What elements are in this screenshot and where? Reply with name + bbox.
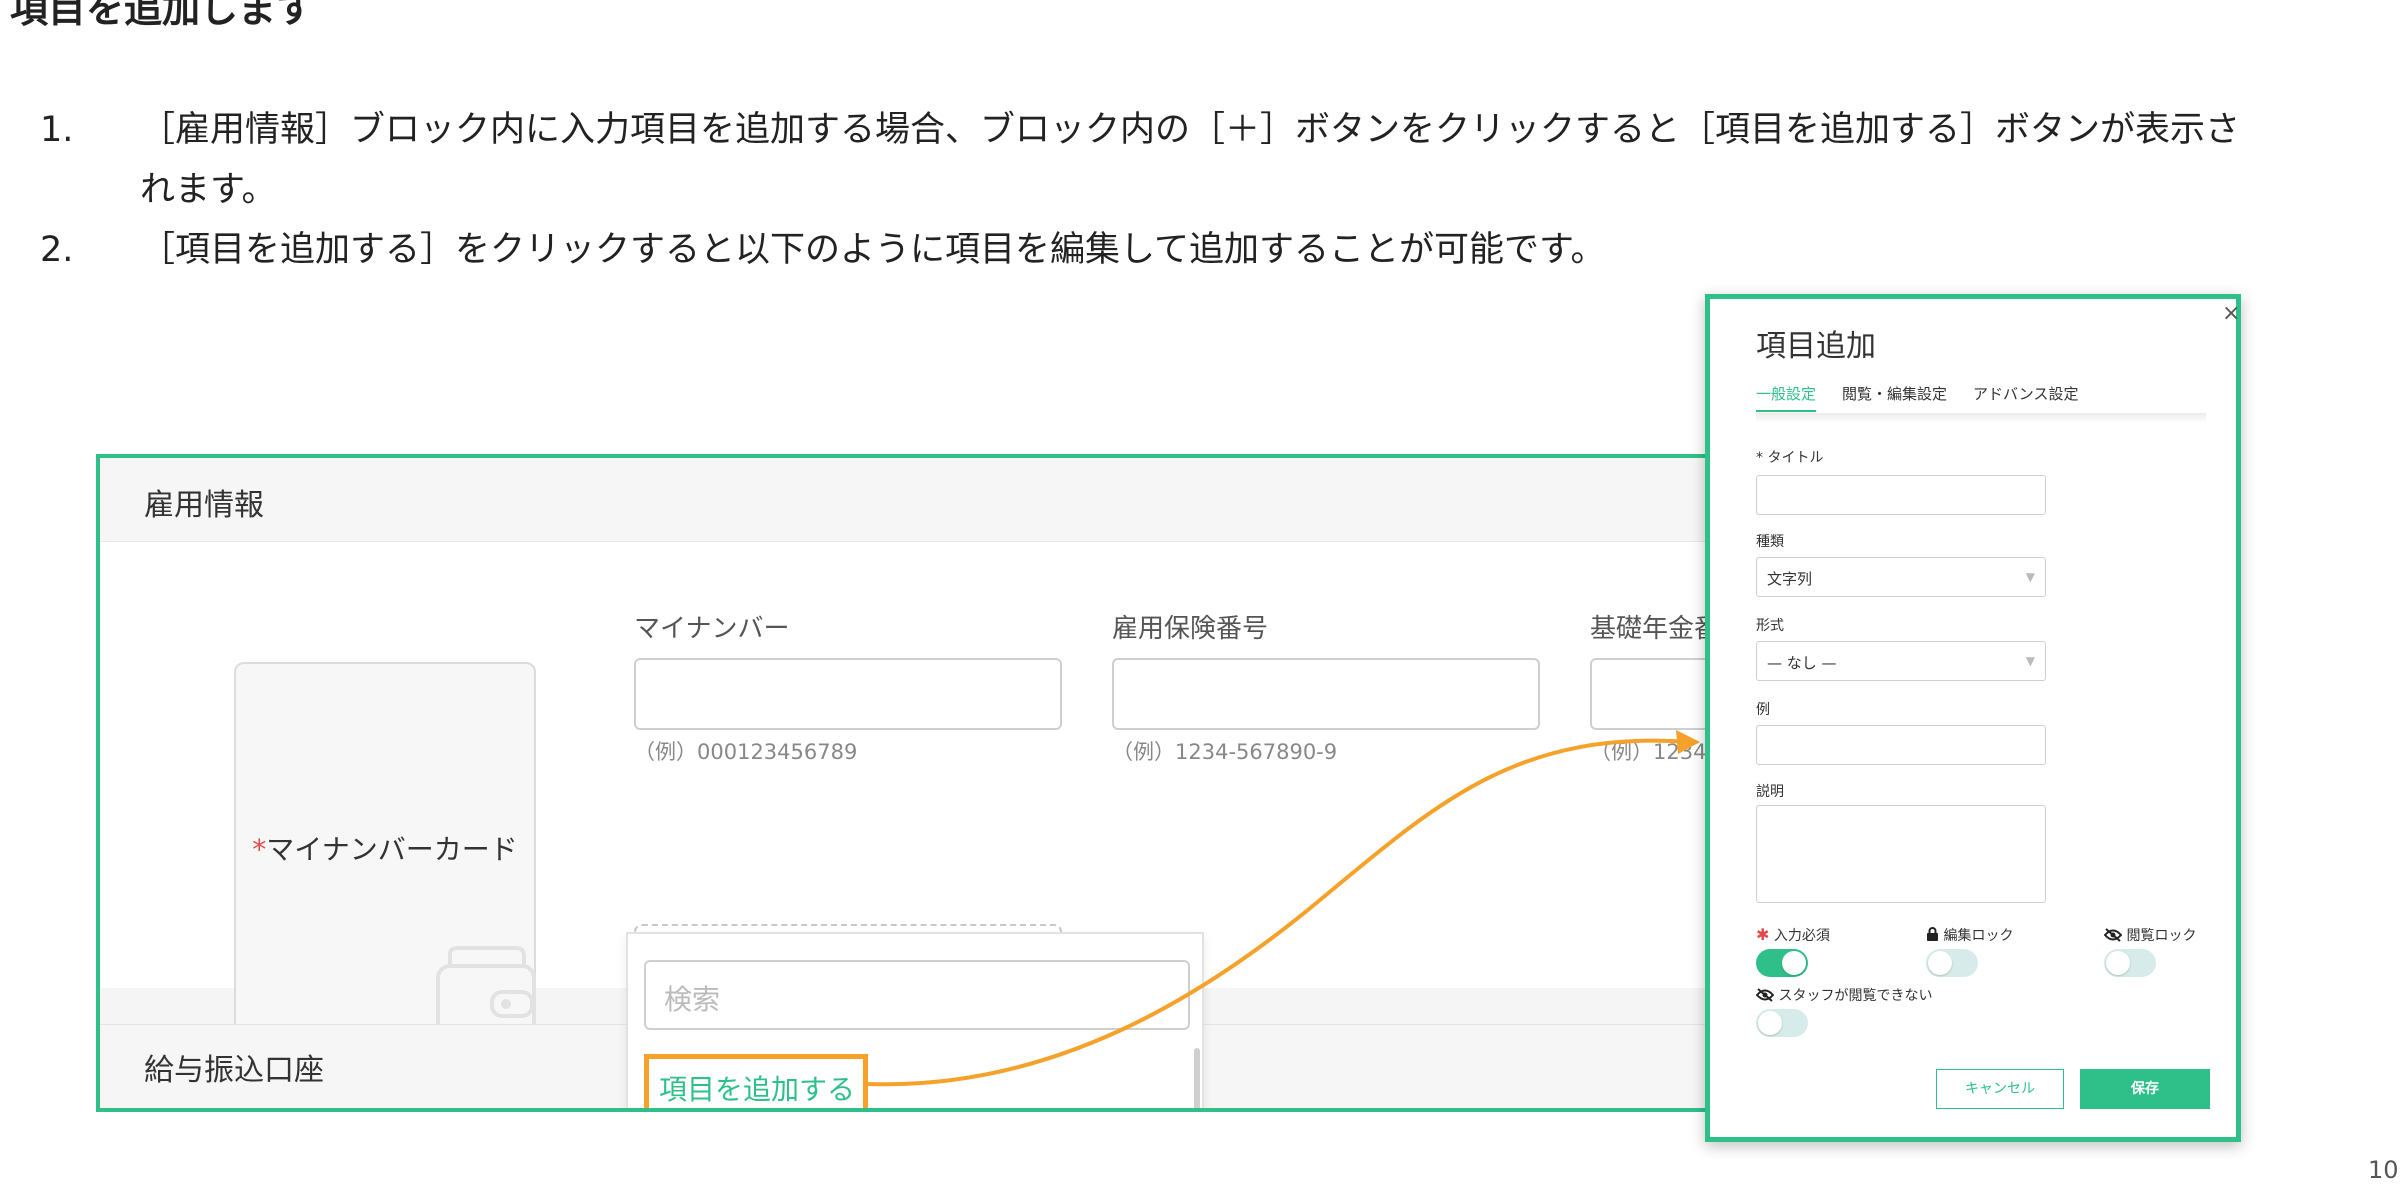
modal-title: 項目追加 — [1756, 329, 1876, 364]
type-select[interactable]: 文字列 ▼ — [1756, 557, 2046, 597]
description-label: 説明 — [1756, 784, 1784, 800]
add-field-modal: × 項目追加 一般設定 閲覧・編集設定 アドバンス設定 * タイトル 種類 文字… — [1705, 294, 2241, 1142]
title-input[interactable] — [1756, 475, 2046, 515]
modal-tabs: 一般設定 閲覧・編集設定 アドバンス設定 — [1756, 383, 2104, 412]
chevron-down-icon: ▼ — [2025, 654, 2035, 668]
format-label: 形式 — [1756, 618, 1784, 634]
description-textarea[interactable] — [1756, 805, 2046, 903]
example-label: 例 — [1756, 702, 1770, 718]
tab-general[interactable]: 一般設定 — [1756, 383, 1817, 412]
eye-off-icon — [2103, 928, 2123, 942]
tab-divider — [1756, 413, 2206, 423]
required-toggle[interactable] — [1756, 949, 1808, 977]
chevron-down-icon: ▼ — [2025, 570, 2035, 584]
view-lock-label: 閲覧ロック — [2103, 925, 2196, 945]
eye-off-icon — [1755, 988, 1775, 1002]
tab-view-edit[interactable]: 閲覧・編集設定 — [1842, 383, 1947, 412]
staff-hidden-toggle[interactable] — [1756, 1009, 1808, 1037]
title-label: * タイトル — [1756, 450, 1824, 466]
example-input[interactable] — [1756, 725, 2046, 765]
staff-hidden-label: スタッフが閲覧できない — [1755, 985, 1932, 1005]
format-select[interactable]: — なし — ▼ — [1756, 641, 2046, 681]
save-button[interactable]: 保存 — [2080, 1069, 2210, 1109]
cancel-button[interactable]: キャンセル — [1936, 1069, 2064, 1109]
lock-icon — [1927, 927, 1938, 941]
asterisk-icon: ✱ — [1756, 925, 1770, 944]
page-number: 10 — [2368, 1156, 2399, 1184]
required-label: ✱ 入力必須 — [1756, 925, 1830, 944]
edit-lock-label: 編集ロック — [1926, 925, 2013, 945]
close-icon[interactable]: × — [2222, 301, 2240, 326]
view-lock-toggle[interactable] — [2104, 949, 2156, 977]
tab-advanced[interactable]: アドバンス設定 — [1973, 383, 2078, 412]
type-label: 種類 — [1756, 534, 1784, 550]
edit-lock-toggle[interactable] — [1926, 949, 1978, 977]
